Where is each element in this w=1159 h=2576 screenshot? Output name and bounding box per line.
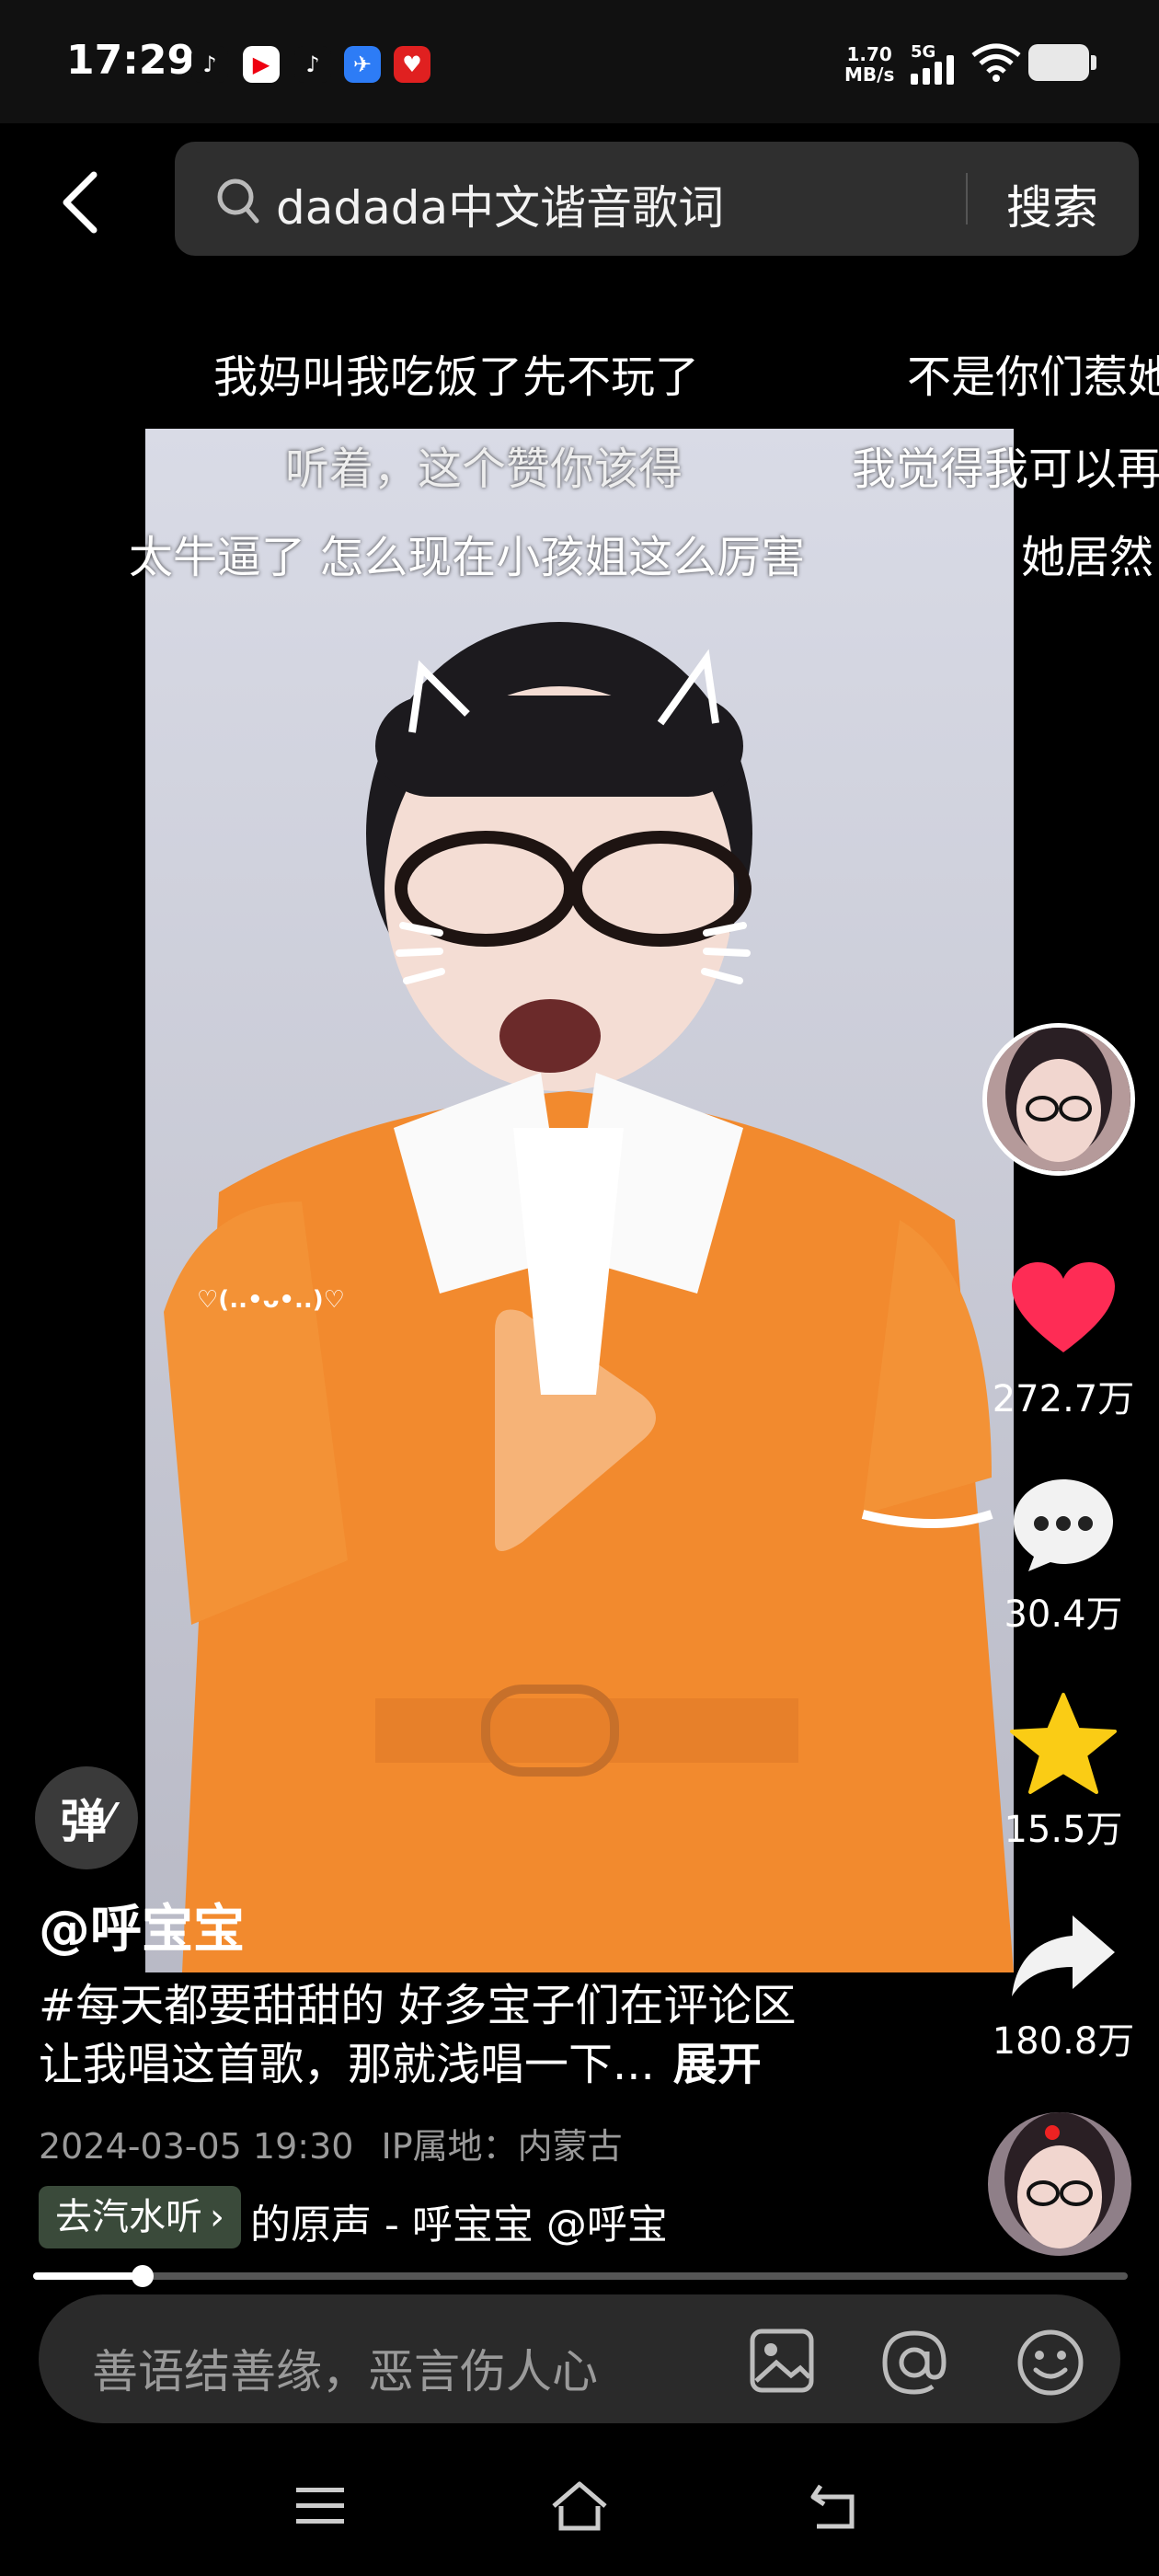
douyin-app-icon-2: ♪ xyxy=(294,46,331,83)
comment-count: 30.4万 xyxy=(1004,1593,1123,1636)
mention-icon[interactable] xyxy=(879,2328,949,2398)
image-icon[interactable] xyxy=(749,2328,815,2394)
post-date: 2024-03-05 19:30 xyxy=(39,2126,354,2167)
music-marquee[interactable]: 的原声 - 呼宝宝 @呼宝 xyxy=(250,2191,721,2250)
video-player[interactable]: ♡(..•ᴗ•..)♡ xyxy=(145,429,1014,1972)
like-icon[interactable] xyxy=(1010,1260,1117,1356)
search-divider xyxy=(966,173,968,224)
danmaku-item: 太牛逼了 怎么现在小孩姐这么厉害 xyxy=(129,532,806,583)
share-icon[interactable] xyxy=(1008,1912,1119,2000)
danmaku-item: 听着，这个赞你该得 xyxy=(285,443,683,495)
description-line-2: 让我唱这首歌，那就浅唱一下... xyxy=(39,2039,655,2090)
favorite-star-icon[interactable] xyxy=(1008,1691,1119,1798)
music-disc-avatar[interactable] xyxy=(988,2112,1131,2256)
post-description: #每天都要甜甜的 好多宝子们在评论区 让我唱这首歌，那就浅唱一下... 展开 xyxy=(39,1976,903,2094)
search-query[interactable]: dadada中文谐音歌词 xyxy=(276,171,724,237)
description-line-1: #每天都要甜甜的 好多宝子们在评论区 xyxy=(39,1980,797,2031)
danmaku-item: 我觉得我可以再 xyxy=(852,443,1159,495)
status-time: 17:29 xyxy=(66,37,196,84)
search-icon xyxy=(217,178,259,224)
chevron-right-icon: › xyxy=(210,2196,224,2238)
danmaku-item: 我妈叫我吃饭了先不玩了 xyxy=(213,351,700,403)
menu-icon[interactable] xyxy=(294,2484,346,2528)
favorite-count: 15.5万 xyxy=(1004,1809,1123,1851)
search-button[interactable]: 搜索 xyxy=(1006,171,1098,237)
ip-location: IP属地：内蒙古 xyxy=(381,2126,623,2167)
emoji-icon[interactable] xyxy=(1016,2328,1085,2398)
comment-icon[interactable] xyxy=(1010,1476,1117,1575)
video-overlay-text: ♡(..•ᴗ•..)♡ xyxy=(197,1286,345,1314)
signal-icon xyxy=(911,53,958,85)
redbook-app-icon: ♥ xyxy=(394,46,430,83)
like-heart xyxy=(1012,1262,1115,1352)
progress-track[interactable] xyxy=(33,2272,1128,2280)
listen-on-qishui-button[interactable]: 去汽水听 › xyxy=(39,2186,241,2248)
wifi-icon xyxy=(971,43,1021,82)
post-meta: 2024-03-05 19:30 IP属地：内蒙古 xyxy=(39,2118,623,2168)
douyin-app-icon: ♪ xyxy=(191,46,228,83)
back-arrow-icon[interactable] xyxy=(53,166,109,239)
progress-fill xyxy=(33,2272,143,2280)
danmaku-toggle-button[interactable]: 弹 ⁄ xyxy=(35,1766,138,1869)
danmaku-item: 不是你们惹她 xyxy=(907,351,1159,403)
net-speed: 1.70 MB/s xyxy=(844,43,895,86)
author-avatar[interactable] xyxy=(982,1023,1135,1176)
author-name[interactable]: @呼宝宝 xyxy=(39,1888,245,1962)
progress-handle[interactable] xyxy=(132,2265,154,2287)
like-count: 272.7万 xyxy=(992,1378,1135,1420)
home-icon[interactable] xyxy=(548,2478,611,2534)
danmaku-item: 她居然 xyxy=(1021,532,1154,583)
back-nav-icon[interactable] xyxy=(808,2478,865,2534)
share-count: 180.8万 xyxy=(992,2020,1135,2063)
battery-tip xyxy=(1091,55,1096,70)
video-app-icon: ▶ xyxy=(243,46,280,83)
lark-app-icon: ✈ xyxy=(344,46,381,83)
expand-button[interactable]: 展开 xyxy=(673,2039,762,2090)
battery-icon xyxy=(1028,44,1089,81)
video-frame xyxy=(145,429,1014,1972)
comment-placeholder: 善语结善缘，恶言伤人心 xyxy=(92,2345,598,2398)
